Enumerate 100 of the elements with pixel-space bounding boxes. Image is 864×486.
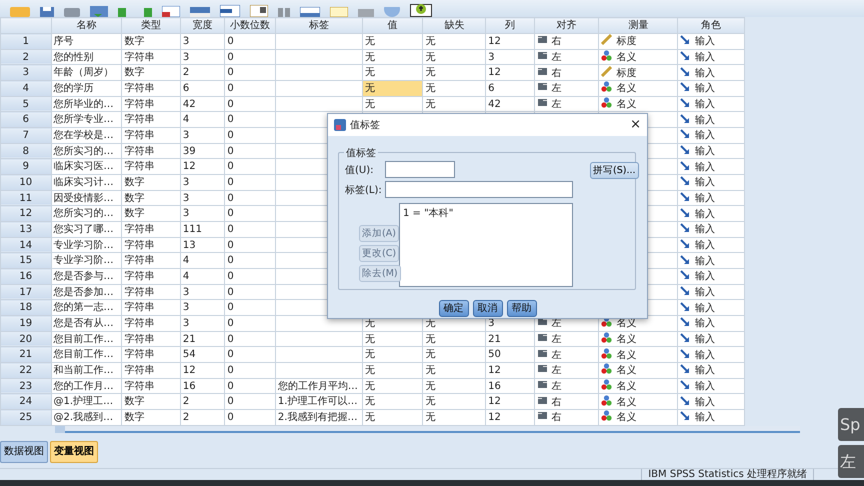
grid-icon[interactable] [162, 6, 180, 17]
table-cell: 0 [224, 64, 276, 81]
grid-icon[interactable] [250, 5, 268, 17]
row-number[interactable]: 15 [0, 252, 52, 269]
grid-icon[interactable] [300, 7, 320, 17]
table-cell: 字符串 [122, 128, 180, 144]
row-number[interactable]: 21 [0, 346, 52, 363]
row-number[interactable]: 25 [0, 410, 52, 426]
table-cell: 4 [180, 252, 225, 269]
row-number[interactable]: 17 [0, 284, 52, 300]
row-number[interactable]: 7 [0, 128, 52, 144]
column-header[interactable]: 值 [362, 18, 423, 34]
row-number[interactable]: 2 [0, 49, 52, 65]
table-cell: 因受疫情影… [51, 190, 122, 206]
view-tab[interactable]: 变量视图 [50, 440, 98, 463]
align-right-icon [536, 34, 548, 46]
column-header[interactable]: 测量 [598, 18, 678, 34]
table-cell: 名义 [616, 99, 636, 110]
table-cell: 您是否有从… [51, 316, 122, 332]
table-cell: 输入 [695, 365, 716, 376]
align-right-icon [536, 66, 548, 77]
tag-icon [334, 119, 346, 131]
view-tab[interactable]: 数据视图 [0, 440, 48, 463]
grid-icon[interactable] [220, 5, 240, 17]
table-cell: 字符串 [122, 362, 180, 378]
table-cell: 0 [224, 316, 276, 332]
table-cell: 12 [486, 34, 534, 50]
table-cell: 字符串 [122, 158, 180, 175]
table-cell: 42 [486, 96, 534, 112]
list-item[interactable]: 1 = "本科" [403, 206, 569, 221]
column-header[interactable]: 名称 [51, 18, 122, 34]
row-number[interactable]: 4 [0, 80, 52, 96]
row-number[interactable]: 12 [0, 206, 52, 222]
row-number[interactable]: 16 [0, 268, 52, 284]
column-header[interactable]: 类型 [122, 18, 180, 34]
table-cell: 输入 [695, 224, 716, 236]
table-cell: 3 [180, 284, 225, 300]
table-cell: 3 [180, 206, 225, 222]
value-field[interactable] [385, 161, 455, 178]
column-header[interactable]: 标签 [275, 18, 362, 34]
table-cell: 无 [362, 34, 423, 50]
table-cell: 输入 [695, 302, 716, 314]
save-icon[interactable] [40, 7, 54, 17]
table-cell: 无 [362, 410, 423, 426]
add-icon[interactable] [410, 4, 432, 17]
column-header[interactable]: 宽度 [180, 18, 225, 34]
table-cell: 字符串 [122, 96, 180, 112]
row-number[interactable]: 22 [0, 362, 52, 378]
row-number[interactable]: 19 [0, 316, 52, 332]
table-cell: 临床实习医… [51, 158, 122, 175]
row-number[interactable]: 5 [0, 96, 52, 112]
row-number[interactable]: 10 [0, 174, 52, 190]
table-cell: 左 [552, 52, 562, 63]
row-number[interactable]: 11 [0, 190, 52, 206]
dialog-button[interactable]: 确定 [438, 300, 468, 317]
row-number[interactable]: 1 [0, 34, 52, 50]
table-cell: 字符串 [122, 143, 180, 159]
row-number[interactable]: 23 [0, 378, 52, 394]
label-list[interactable]: 1 = "本科" [399, 203, 573, 287]
row-number[interactable]: 3 [0, 64, 52, 81]
row-number[interactable]: 20 [0, 331, 52, 347]
table-cell: 数字 [122, 206, 180, 222]
table-cell: 输入 [695, 83, 716, 94]
table-cell: 无 [422, 49, 486, 65]
row-number[interactable]: 6 [0, 112, 52, 128]
column-header[interactable]: 列 [486, 18, 534, 34]
row-number[interactable]: 24 [0, 394, 52, 410]
label-field[interactable] [385, 181, 573, 198]
close-button[interactable]: × [630, 115, 641, 135]
row-number[interactable]: 14 [0, 237, 52, 253]
table-cell: 0 [224, 222, 276, 238]
row-number[interactable]: 13 [0, 222, 52, 238]
table-cell: 54 [180, 346, 225, 363]
column-header[interactable]: 缺失 [422, 18, 486, 34]
grid-icon[interactable] [190, 7, 210, 17]
table-cell: 字符串 [122, 252, 180, 269]
table-cell: 字符串 [122, 80, 180, 96]
spelling-button[interactable]: 拼写(S)... [590, 162, 639, 179]
row-number[interactable]: 8 [0, 143, 52, 159]
overlay-label: 左 [838, 445, 864, 478]
table-cell: 输入 [695, 99, 716, 110]
table-cell: 输入 [695, 396, 716, 408]
row-number[interactable]: 9 [0, 158, 52, 175]
column-header[interactable]: 小数位数 [224, 18, 276, 34]
align-right-icon [536, 410, 548, 422]
column-header[interactable]: 角色 [678, 18, 744, 34]
dialog-button[interactable]: 帮助 [506, 300, 536, 317]
dialog-button[interactable]: 取消 [472, 300, 502, 317]
table-cell: 名义 [616, 334, 636, 346]
table-cell: 0 [224, 237, 276, 253]
align-left-icon [536, 332, 548, 344]
split-icon[interactable] [278, 8, 290, 17]
column-header[interactable]: 对齐 [534, 18, 599, 34]
align-left-icon [536, 82, 548, 92]
table-cell: 16 [486, 378, 534, 394]
table-cell: 左 [552, 83, 562, 94]
row-number[interactable]: 18 [0, 300, 52, 316]
table-cell: 无 [362, 331, 423, 347]
table-cell: 名义 [616, 381, 636, 392]
table-cell: 右 [552, 412, 562, 424]
